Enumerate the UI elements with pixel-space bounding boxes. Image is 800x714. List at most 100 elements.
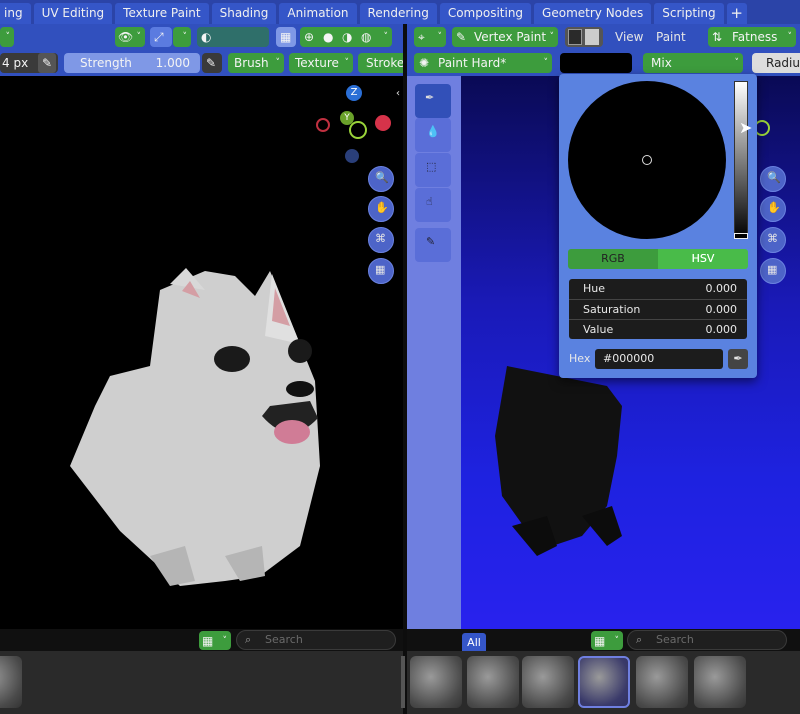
tab-sculpting[interactable]: ing	[0, 3, 31, 24]
zoom-icon: 🔍	[375, 171, 389, 184]
tab-scripting[interactable]: Scripting	[654, 3, 724, 24]
collapse-toolbar-arrow-icon[interactable]: ‹	[396, 88, 400, 99]
value-field[interactable]: Value 0.000	[569, 319, 747, 339]
tab-compositing[interactable]: Compositing	[439, 3, 532, 24]
shading-mode-group[interactable]: ⊕ ● ◑ ◍ ˅	[300, 27, 392, 47]
radius-field-right[interactable]: Radiu	[752, 53, 800, 73]
solid-shading-icon[interactable]: ●	[323, 27, 333, 47]
paint-menu[interactable]: Paint	[656, 30, 686, 44]
saturation-label: Saturation	[583, 303, 641, 316]
brush-thumbnail[interactable]	[694, 656, 746, 708]
view-menu[interactable]: View	[615, 30, 643, 44]
blur-tool[interactable]: 💧	[415, 118, 451, 152]
hex-input[interactable]: #000000	[595, 349, 723, 369]
zoom-view-button[interactable]: 🔍	[368, 166, 394, 192]
tab-geometry-nodes[interactable]: Geometry Nodes	[534, 3, 652, 24]
asset-view-dropdown-right[interactable]: ▦ ˅	[591, 631, 623, 650]
fatness-label: Fatness	[732, 30, 778, 44]
tab-animation[interactable]: Animation	[279, 3, 357, 24]
search-input-right[interactable]: ⌕ Search	[627, 630, 787, 650]
hsv-tab[interactable]: HSV	[658, 249, 748, 269]
brush-name: Paint Hard*	[438, 56, 507, 70]
asset-view-dropdown-left[interactable]: ▦ ˅	[199, 631, 231, 650]
pen-pressure-icon[interactable]: ✎	[38, 53, 56, 73]
brush-thumbnail[interactable]	[467, 656, 519, 708]
mode-dropdown[interactable]: ✎ Vertex Paint ˅	[452, 27, 558, 47]
saturation-value: 0.000	[705, 303, 738, 316]
material-shading-icon[interactable]: ◑	[342, 27, 352, 47]
brush-panel-button[interactable]: Brush ˅	[228, 53, 284, 73]
shape-key-dropdown[interactable]: ⇅ Fatness ˅	[708, 27, 796, 47]
area-divider[interactable]	[403, 24, 407, 714]
editor-type-dropdown[interactable]: ⌖ ˅	[414, 27, 446, 47]
saturation-field[interactable]: Saturation 0.000	[569, 299, 747, 319]
hue-value: 0.000	[705, 282, 738, 295]
brush-thumbnail[interactable]	[522, 656, 574, 708]
tab-uv-editing[interactable]: UV Editing	[33, 3, 113, 24]
gizmo-dropdown[interactable]: ˅	[173, 27, 191, 47]
tab-shading[interactable]: Shading	[211, 3, 277, 24]
camera-view-button-right[interactable]: ⌘	[760, 227, 786, 253]
value-slider[interactable]	[734, 81, 748, 239]
tab-texture-paint[interactable]: Texture Paint	[115, 3, 209, 24]
radius-field[interactable]: 4 px ✎	[0, 53, 58, 73]
color-wheel-cursor[interactable]	[642, 155, 652, 165]
viewport-left[interactable]: Z Y 🔍 ✋ ⌘ ▦ ‹	[0, 76, 403, 651]
average-tool[interactable]: ⬚	[415, 153, 451, 187]
hue-label: Hue	[583, 282, 606, 295]
texture-panel-button[interactable]: Texture ˅	[289, 53, 353, 73]
brush-thumbnail[interactable]	[0, 656, 22, 708]
shelf-scroll-handle[interactable]	[401, 656, 405, 708]
radius-value: 4 px	[2, 56, 29, 70]
value-label: Value	[583, 323, 614, 336]
tab-rendering[interactable]: Rendering	[359, 3, 437, 24]
mode-label: Vertex Paint	[474, 30, 547, 44]
overlay-toggle[interactable]: ◐	[197, 27, 269, 47]
value-slider-handle[interactable]	[734, 233, 748, 239]
eyedropper-button[interactable]: ✒	[728, 349, 748, 369]
stroke-label: Stroke	[366, 56, 403, 70]
projection-toggle-button[interactable]: ▦	[368, 258, 394, 284]
brush-thumbnail[interactable]	[410, 656, 462, 708]
gizmo-toggle[interactable]: ⤢	[150, 27, 172, 47]
zoom-view-button-right[interactable]: 🔍	[760, 166, 786, 192]
rendered-shading-icon[interactable]: ◍	[361, 27, 371, 47]
zoom-icon: 🔍	[767, 171, 781, 184]
neg-z-axis-handle[interactable]	[345, 149, 359, 163]
add-workspace-button[interactable]: +	[726, 3, 747, 24]
brush-thumbnail[interactable]	[636, 656, 688, 708]
search-input-left[interactable]: ⌕ Search	[236, 630, 396, 650]
xray-toggle[interactable]: ▦	[276, 27, 296, 47]
hue-field[interactable]: Hue 0.000	[569, 279, 747, 299]
z-axis-handle[interactable]: Z	[346, 85, 362, 101]
mask-toggle-group[interactable]	[565, 27, 603, 47]
navigation-gizmo[interactable]: Z Y	[313, 85, 393, 165]
blend-mode-dropdown[interactable]: Mix ˅	[643, 53, 743, 73]
x-axis-handle[interactable]	[375, 115, 391, 131]
brush-thumbnail-selected[interactable]	[578, 656, 630, 708]
strength-pressure-button[interactable]: ✎	[202, 53, 222, 73]
rgb-tab[interactable]: RGB	[568, 249, 658, 269]
asset-filter-all[interactable]: All	[462, 633, 486, 653]
draw-tool[interactable]: ✒	[415, 84, 451, 118]
pan-view-button[interactable]: ✋	[368, 196, 394, 222]
left-mode-dropdown[interactable]: ˅	[0, 27, 14, 47]
smear-tool[interactable]: ☝	[415, 188, 451, 222]
annotate-tool[interactable]: ✎	[415, 228, 451, 262]
hand-icon: ✋	[375, 201, 389, 214]
face-mask-icon[interactable]	[568, 29, 582, 45]
brush-selector[interactable]: ✺ Paint Hard* ˅	[414, 53, 552, 73]
strength-slider[interactable]: Strength 1.000	[64, 53, 200, 73]
wireframe-shading-icon[interactable]: ⊕	[304, 27, 314, 47]
projection-toggle-button-right[interactable]: ▦	[760, 258, 786, 284]
vertex-paint-icon: ✎	[456, 30, 467, 44]
hex-label: Hex	[569, 352, 591, 365]
visibility-dropdown[interactable]: 👁 ˅	[115, 27, 145, 47]
stroke-panel-button[interactable]: Stroke	[358, 53, 403, 73]
paint-color-swatch[interactable]	[560, 53, 632, 73]
vertex-mask-icon[interactable]	[585, 29, 599, 45]
neg-x-axis-handle[interactable]	[316, 118, 330, 132]
camera-view-button[interactable]: ⌘	[368, 227, 394, 253]
neg-y-axis-handle[interactable]	[349, 121, 367, 139]
pan-view-button-right[interactable]: ✋	[760, 196, 786, 222]
